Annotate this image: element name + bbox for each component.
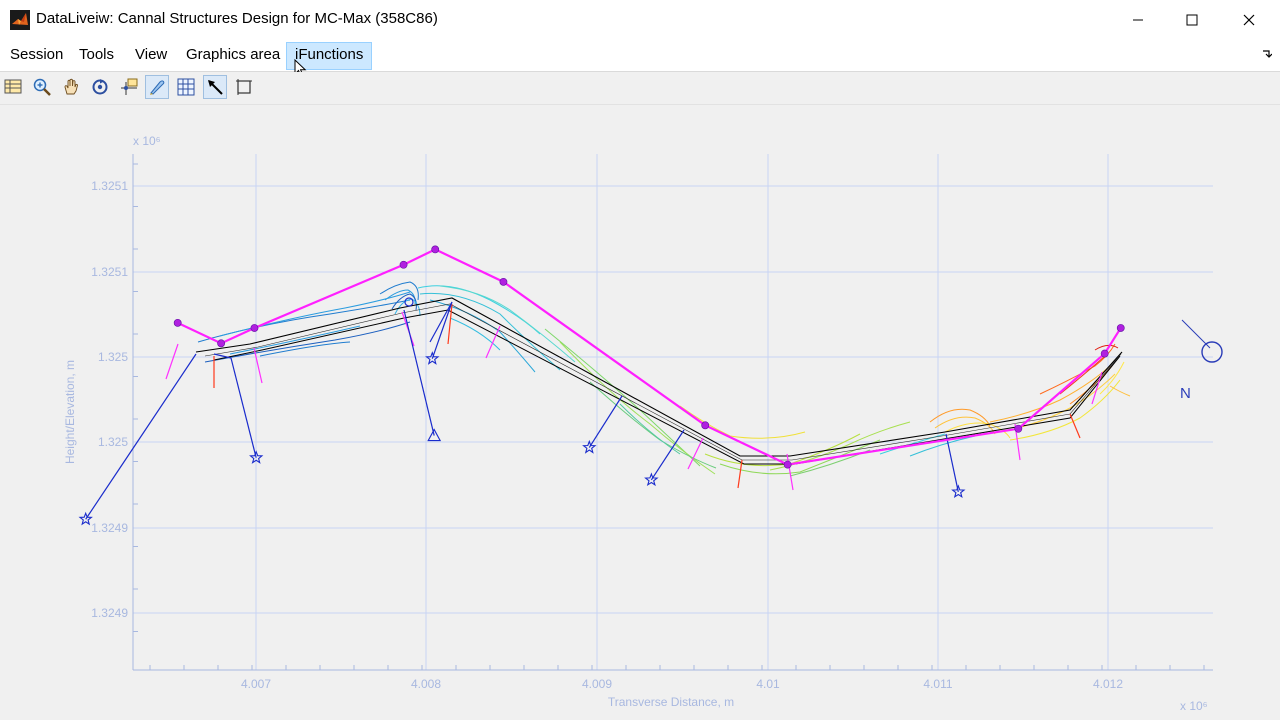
survey-leader-lines <box>85 301 959 520</box>
x-axis-multiplier: x 10⁶ <box>1180 699 1208 713</box>
close-button[interactable] <box>1220 0 1277 39</box>
menu-session[interactable]: Session <box>10 44 63 70</box>
x-tick-label: 4.007 <box>241 677 271 691</box>
centerline-vertex[interactable] <box>701 421 710 430</box>
tool-grid[interactable] <box>174 75 198 99</box>
tool-pan[interactable] <box>59 75 83 99</box>
maximize-button[interactable] <box>1163 0 1220 39</box>
y-tick-label: 1.3251 <box>91 265 128 279</box>
rotate-icon <box>92 79 108 95</box>
tool-zoom-in[interactable] <box>30 75 54 99</box>
x-tick-label: 4.011 <box>923 677 952 691</box>
y-tick-label: 1.3251 <box>91 179 128 193</box>
centerline-vertex[interactable] <box>431 245 440 254</box>
tool-table[interactable] <box>1 75 25 99</box>
x-tick-labels: 4.007 4.008 4.009 4.01 4.011 4.012 <box>241 677 1123 691</box>
north-label: N <box>1180 385 1191 402</box>
brush-icon <box>150 80 165 95</box>
centerline-vertex[interactable] <box>499 277 508 286</box>
survey-leader-line <box>403 309 435 436</box>
title-bar: DataLiveiw: Cannal Structures Design for… <box>0 0 1280 39</box>
grid-lines <box>133 154 1213 670</box>
north-arrow-circle-icon <box>1201 341 1223 363</box>
tool-frame[interactable] <box>232 75 256 99</box>
menu-graphics-area[interactable]: Graphics area <box>186 44 280 70</box>
y-tick-label: 1.325 <box>98 350 128 364</box>
survey-leader-line <box>945 433 959 493</box>
centerline-vertex[interactable] <box>1100 349 1109 358</box>
maximize-icon <box>1186 14 1197 25</box>
y-tick-label: 1.3249 <box>91 521 128 535</box>
pan-hand-icon <box>64 78 78 95</box>
menu-view[interactable]: View <box>135 44 167 70</box>
menu-overflow-arrow-icon[interactable] <box>1262 47 1273 61</box>
y-tick-label: 1.325 <box>98 435 128 449</box>
centerline-vertex[interactable] <box>783 460 792 469</box>
centerline-vertex[interactable] <box>250 324 259 332</box>
grid-icon <box>177 78 195 96</box>
arrow-select-icon <box>208 80 223 95</box>
matlab-app-icon <box>10 10 30 30</box>
close-icon <box>1243 14 1254 25</box>
window-title: DataLiveiw: Cannal Structures Design for… <box>36 10 438 27</box>
data-cursor-icon <box>121 78 138 95</box>
survey-markers <box>78 297 966 526</box>
toolbar <box>0 72 1280 105</box>
tool-brush[interactable] <box>145 75 169 99</box>
minimize-button[interactable] <box>1109 0 1166 39</box>
zoom-in-icon <box>33 78 51 96</box>
centerline-vertex[interactable] <box>217 339 226 348</box>
centerline-vertex[interactable] <box>399 260 408 269</box>
menu-bar: Session Tools View Graphics area iFuncti… <box>0 39 1280 78</box>
axes <box>132 154 1213 671</box>
x-tick-label: 4.009 <box>582 677 612 691</box>
centerline-vertex[interactable] <box>1014 424 1023 433</box>
tool-rotate[interactable] <box>88 75 112 99</box>
tool-data-cursor[interactable] <box>117 75 141 99</box>
x-axis-label: Transverse Distance, m <box>608 695 734 709</box>
table-icon <box>4 79 22 94</box>
frame-icon <box>236 79 252 95</box>
north-arrow: N <box>1180 319 1223 402</box>
centerline-vertex[interactable] <box>173 318 182 327</box>
x-tick-label: 4.01 <box>756 677 780 691</box>
terrain-contours <box>197 281 1131 477</box>
y-tick-label: 1.3249 <box>91 606 128 620</box>
centerline-vertex[interactable] <box>1116 324 1125 332</box>
y-axis-label: Height/Elevation, m <box>63 360 77 464</box>
survey-leader-line <box>230 357 257 458</box>
survey-leader-line <box>588 395 623 448</box>
menu-tools[interactable]: Tools <box>79 44 114 70</box>
x-tick-label: 4.012 <box>1093 677 1123 691</box>
tool-arrow-select[interactable] <box>203 75 227 99</box>
minimize-icon <box>1132 19 1143 20</box>
y-axis-multiplier: x 10⁶ <box>133 134 161 148</box>
plot-area[interactable]: 4.007 4.008 4.009 4.01 4.011 4.012 1.32511.32… <box>0 104 1280 720</box>
cross-section-lines <box>165 303 1103 491</box>
x-tick-label: 4.008 <box>411 677 441 691</box>
y-tick-labels: 1.3251 1.3251 1.325 1.325 1.3249 1.3249 <box>91 179 128 620</box>
